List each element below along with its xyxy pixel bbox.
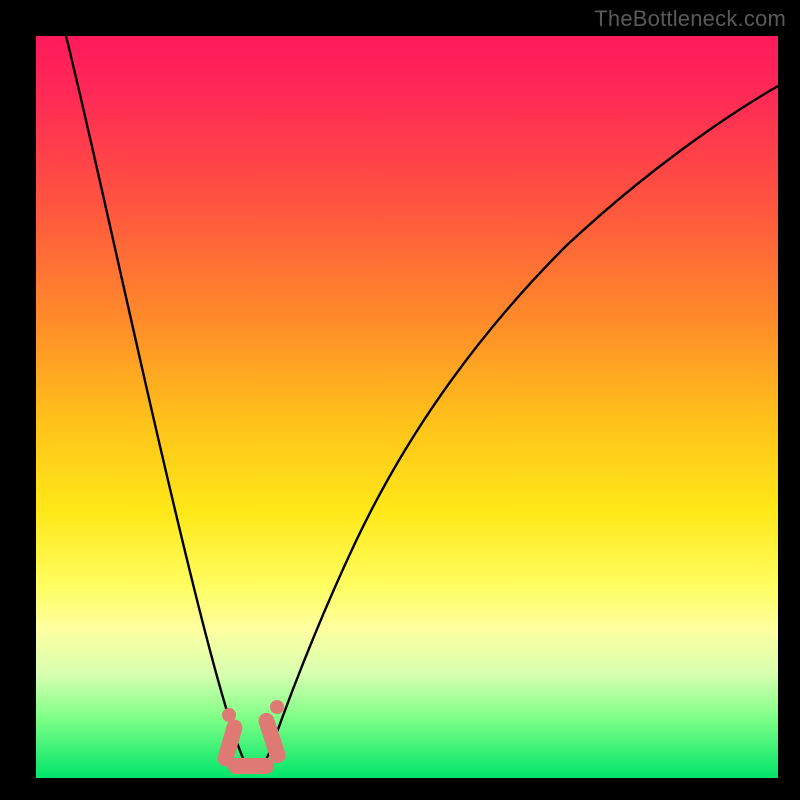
chart-frame: TheBottleneck.com bbox=[0, 0, 800, 800]
highlight-marker-base bbox=[228, 758, 274, 774]
curve-path bbox=[66, 36, 778, 771]
highlight-marker-dot-left bbox=[222, 708, 236, 722]
plot-area bbox=[36, 36, 778, 778]
watermark-text: TheBottleneck.com bbox=[594, 6, 786, 32]
bottleneck-curve bbox=[36, 36, 778, 778]
highlight-marker-dot-right bbox=[270, 700, 284, 714]
